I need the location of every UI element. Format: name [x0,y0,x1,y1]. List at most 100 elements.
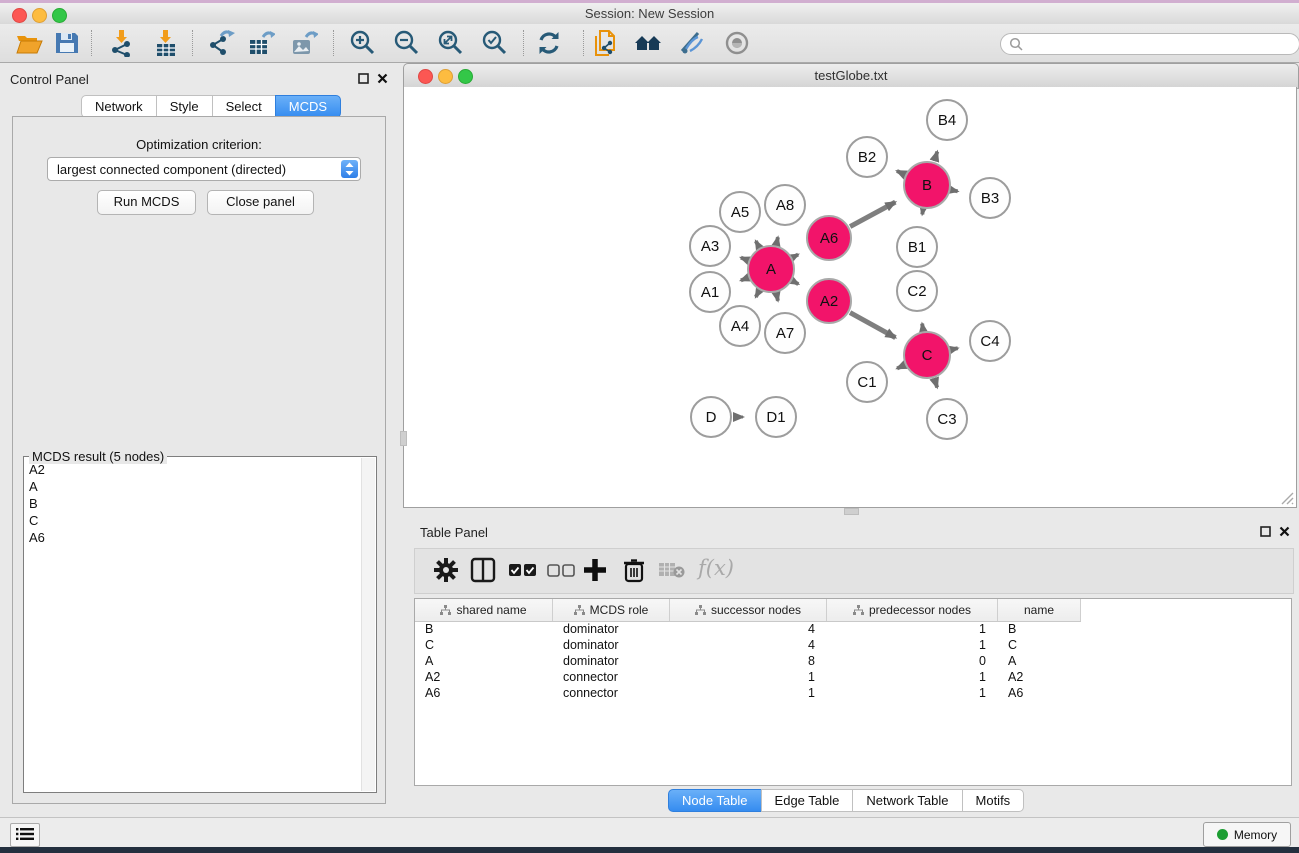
graph-node-A3[interactable]: A3 [689,225,731,267]
table-cell[interactable]: 8 [670,654,827,668]
table-cell[interactable]: B [415,622,553,636]
graph-node-C1[interactable]: C1 [846,361,888,403]
close-panel-icon[interactable] [1279,526,1290,537]
resize-grip-icon[interactable] [1278,489,1294,505]
table-cell[interactable]: A6 [415,686,553,700]
import-table-icon[interactable] [152,29,180,57]
tab-style[interactable]: Style [156,95,213,118]
table-cell[interactable]: C [998,638,1081,652]
tab-network[interactable]: Network [81,95,157,118]
table-cell[interactable]: 4 [670,622,827,636]
graph-node-D[interactable]: D [690,396,732,438]
tab-mcds[interactable]: MCDS [275,95,341,118]
edge-A2-C[interactable] [850,313,895,338]
column-header-shared-name[interactable]: shared name [415,599,553,621]
close-panel-button[interactable]: Close panel [207,190,314,215]
network-canvas[interactable]: AA1A2A3A4A5A6A7A8BB1B2B3B4CC1C2C3C4DD1 [403,87,1297,508]
table-cell[interactable]: 1 [827,638,998,652]
tab-motifs[interactable]: Motifs [962,789,1025,812]
table-settings-gear-icon[interactable] [433,557,459,588]
deselect-all-checkboxes-icon[interactable] [547,563,575,582]
task-history-button[interactable] [10,823,40,847]
table-row[interactable]: Adominator80A [415,653,1291,669]
result-item[interactable]: B [24,495,360,512]
result-item[interactable]: A [24,478,360,495]
export-image-icon[interactable] [290,29,318,57]
import-network-icon[interactable] [108,29,136,57]
edge-A-A3[interactable] [741,258,748,261]
table-cell[interactable]: C [415,638,553,652]
table-cell[interactable]: dominator [553,654,670,668]
mcds-result-list[interactable]: A2ABCA6 [24,461,360,790]
edge-B-B3[interactable] [951,190,957,191]
table-cell[interactable]: connector [553,686,670,700]
splitter-handle[interactable] [844,508,859,515]
edge-B-B1[interactable] [922,210,923,215]
table-cell[interactable]: 1 [827,686,998,700]
table-row[interactable]: Bdominator41B [415,621,1291,637]
edge-C-C1[interactable] [897,365,904,368]
column-header-successor-nodes[interactable]: successor nodes [670,599,827,621]
edge-A-A6[interactable] [793,254,798,257]
edge-C-C4[interactable] [951,348,957,349]
edge-B-B4[interactable] [934,152,937,162]
edge-C-C2[interactable] [922,324,923,331]
table-cell[interactable]: 1 [670,670,827,684]
search-input[interactable] [1023,36,1277,52]
graph-node-A[interactable]: A [747,245,795,293]
graph-node-C[interactable]: C [903,331,951,379]
close-window-button[interactable] [12,8,27,23]
tab-select[interactable]: Select [212,95,276,118]
column-header-predecessor-nodes[interactable]: predecessor nodes [827,599,998,621]
edge-A-A5[interactable] [756,241,759,247]
column-browser-icon[interactable] [470,557,496,588]
table-cell[interactable]: 4 [670,638,827,652]
add-column-icon[interactable] [582,557,608,588]
edge-B-B2[interactable] [897,171,904,174]
minimize-window-button[interactable] [32,8,47,23]
table-cell[interactable]: A2 [998,670,1081,684]
graph-node-A7[interactable]: A7 [764,312,806,354]
network-window-titlebar[interactable]: testGlobe.txt [403,63,1299,89]
zoom-window-button[interactable] [52,8,67,23]
zoom-fit-icon[interactable] [436,29,464,57]
table-cell[interactable]: 1 [827,670,998,684]
export-network-icon[interactable] [207,29,235,57]
table-row[interactable]: Cdominator41C [415,637,1291,653]
zoom-selected-icon[interactable] [480,29,508,57]
network-zoom-button[interactable] [458,69,473,84]
edge-A-A7[interactable] [776,293,778,300]
graph-node-B2[interactable]: B2 [846,136,888,178]
graph-node-A2[interactable]: A2 [806,278,852,324]
table-cell[interactable]: connector [553,670,670,684]
result-item[interactable]: A6 [24,529,360,546]
refresh-icon[interactable] [535,29,563,57]
edge-C-C3[interactable] [934,379,937,388]
table-cell[interactable]: dominator [553,638,670,652]
graph-node-B4[interactable]: B4 [926,99,968,141]
edge-A6-B[interactable] [850,202,895,226]
delete-column-icon[interactable] [622,557,646,588]
tab-edge-table[interactable]: Edge Table [761,789,854,812]
criterion-dropdown[interactable]: largest connected component (directed) [47,157,361,181]
select-all-checkboxes-icon[interactable] [509,563,537,582]
table-cell[interactable]: dominator [553,622,670,636]
run-mcds-button[interactable]: Run MCDS [97,190,196,215]
table-cell[interactable]: A [415,654,553,668]
graph-node-A4[interactable]: A4 [719,305,761,347]
graph-node-B3[interactable]: B3 [969,177,1011,219]
edge-A-A8[interactable] [776,237,778,244]
tab-network-table[interactable]: Network Table [852,789,962,812]
graph-node-A6[interactable]: A6 [806,215,852,261]
result-item[interactable]: A2 [24,461,360,478]
hide-graphics-details-icon[interactable] [678,29,706,57]
network-from-file-icon[interactable] [593,29,621,57]
network-close-button[interactable] [418,69,433,84]
table-cell[interactable]: 0 [827,654,998,668]
table-cell[interactable]: 1 [670,686,827,700]
save-session-icon[interactable] [53,29,81,57]
table-cell[interactable]: B [998,622,1081,636]
graph-node-A5[interactable]: A5 [719,191,761,233]
table-cell[interactable]: A2 [415,670,553,684]
table-cell[interactable]: A [998,654,1081,668]
